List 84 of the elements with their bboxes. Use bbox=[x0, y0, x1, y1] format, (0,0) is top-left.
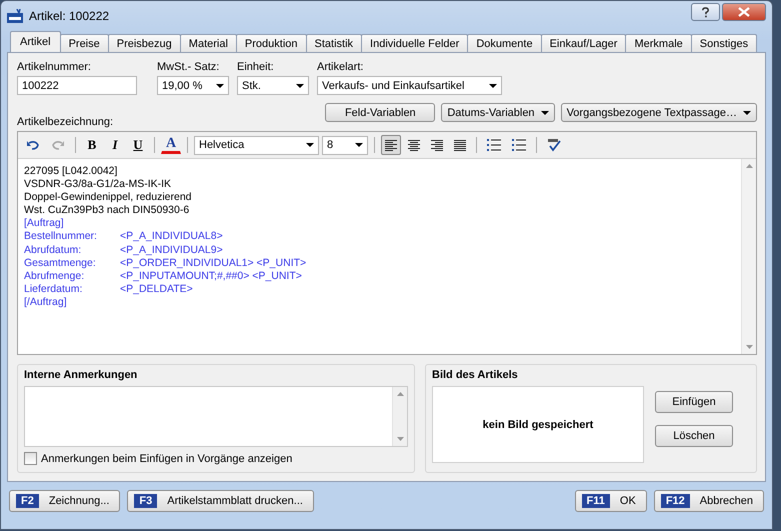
function-key-button[interactable]: F3 Artikelstammblatt drucken... bbox=[127, 490, 314, 512]
tab[interactable]: Material bbox=[180, 34, 237, 52]
italic-button[interactable]: I bbox=[105, 135, 125, 155]
redo-icon bbox=[51, 139, 65, 151]
tab[interactable]: Individuelle Felder bbox=[361, 34, 468, 52]
scrollbar[interactable] bbox=[741, 159, 756, 354]
bullet-list-icon bbox=[487, 139, 501, 151]
text-line: 227095 [L042.0042] bbox=[24, 165, 118, 178]
align-left-button[interactable] bbox=[381, 135, 401, 155]
variable-label: Abrufdatum: bbox=[24, 244, 82, 257]
text-line: Wst. CuZn39Pb3 nach DIN50930-6 bbox=[24, 204, 190, 218]
font-dropdown[interactable]: Helvetica bbox=[194, 136, 319, 154]
scroll-down-icon bbox=[746, 345, 752, 349]
text-line: Doppel-Gewindenippel, reduzierend bbox=[24, 191, 193, 204]
bold-button[interactable]: B bbox=[82, 135, 102, 155]
checkbox-label: Anmerkungen beim Einfügen in Vorgänge anzeigen bbox=[41, 452, 292, 464]
function-key-button[interactable]: F11 OK bbox=[574, 490, 647, 512]
font-color-button[interactable]: A bbox=[161, 136, 181, 154]
function-key-button[interactable]: F2 Zeichnung... bbox=[9, 490, 120, 512]
tab[interactable]: Dokumente bbox=[467, 34, 542, 52]
align-left-icon bbox=[385, 140, 397, 150]
variable-label: Bestellnummer: bbox=[24, 230, 98, 244]
help-button[interactable] bbox=[691, 3, 720, 21]
window-title: Artikel: 100222 bbox=[29, 9, 110, 23]
field-label: Artikelart: bbox=[317, 61, 364, 73]
image-button[interactable]: Löschen bbox=[655, 425, 733, 447]
tab[interactable]: Sonstiges bbox=[690, 34, 758, 52]
variables-button[interactable]: Datums-Variablen bbox=[441, 103, 555, 122]
text-line: VSDNR-G3/8a-G1/2a-MS-IK-IK bbox=[24, 178, 172, 192]
variable-label: Lieferdatum: bbox=[24, 282, 84, 296]
image-button[interactable]: Einfügen bbox=[655, 391, 733, 413]
tab[interactable]: Produktion bbox=[236, 34, 307, 52]
spellcheck-icon bbox=[547, 138, 561, 152]
field-label: MwSt.- Satz: bbox=[157, 61, 220, 73]
input-field[interactable]: 100222 bbox=[17, 76, 137, 95]
empty-image-text: kein Bild gespeichert bbox=[482, 418, 594, 430]
variable-placeholder: <P_A_INDIVIDUAL8> bbox=[120, 230, 223, 244]
scroll-up-icon bbox=[396, 392, 404, 396]
tab[interactable]: Statistik bbox=[306, 34, 362, 52]
caret-icon bbox=[296, 84, 304, 88]
caret-icon bbox=[306, 143, 314, 147]
variable-placeholder: <P_A_INDIVIDUAL9> bbox=[120, 244, 223, 257]
tab[interactable]: Einkauf/Lager bbox=[540, 34, 626, 52]
field-label: Artikelnummer: bbox=[17, 61, 92, 73]
notes-field[interactable] bbox=[24, 386, 408, 447]
dropdown[interactable]: Stk. bbox=[237, 76, 309, 95]
variable-placeholder: <P_ORDER_INDIVIDUAL1> <P_UNIT> bbox=[120, 256, 306, 270]
variables-button[interactable]: Feld-Variablen bbox=[325, 103, 436, 122]
group-title: Bild des Artikels bbox=[432, 369, 519, 381]
section-tag: [Auftrag] bbox=[24, 217, 735, 230]
scroll-up-icon bbox=[746, 164, 752, 168]
scroll-down-icon bbox=[396, 437, 404, 441]
caret-icon bbox=[489, 84, 497, 88]
dropdown[interactable]: 19,00 % bbox=[157, 76, 229, 95]
size-dropdown[interactable]: 8 bbox=[322, 136, 368, 154]
variable-label: Gesamtmenge: bbox=[24, 256, 97, 270]
underline-button[interactable]: U bbox=[128, 135, 148, 155]
field-label: Artikelbezeichnung: bbox=[17, 116, 114, 128]
checkbox[interactable] bbox=[24, 452, 37, 465]
tab[interactable]: Preise bbox=[60, 34, 109, 52]
caret-icon bbox=[355, 143, 363, 147]
caret-icon bbox=[540, 110, 549, 114]
field-label: Einheit: bbox=[237, 61, 275, 73]
variables-button[interactable]: Vorgangsbezogene Textpassage… bbox=[560, 103, 757, 122]
undo-icon bbox=[26, 139, 40, 151]
question-icon bbox=[701, 6, 710, 18]
function-key-button[interactable]: F12 Abbrechen bbox=[654, 490, 764, 512]
caret-icon bbox=[743, 110, 751, 114]
close-icon bbox=[738, 7, 750, 17]
variable-placeholder: <P_INPUTAMOUNT;#,##0> <P_UNIT> bbox=[120, 270, 302, 283]
close-button[interactable] bbox=[722, 3, 766, 21]
caret-icon bbox=[216, 84, 224, 88]
section-tag: [/Auftrag] bbox=[24, 296, 735, 310]
tab[interactable]: Artikel bbox=[10, 31, 61, 52]
align-justify-icon bbox=[454, 140, 466, 150]
align-right-icon bbox=[431, 140, 443, 150]
dropdown[interactable]: Verkaufs- und Einkaufsartikel bbox=[317, 76, 502, 95]
variable-placeholder: <P_DELDATE> bbox=[120, 282, 193, 296]
align-center-icon bbox=[408, 140, 420, 150]
app-icon bbox=[7, 9, 23, 23]
tab[interactable]: Preisbezug bbox=[108, 34, 181, 52]
tab[interactable]: Merkmale bbox=[625, 34, 692, 52]
variable-label: Abrufmenge: bbox=[24, 270, 86, 283]
group-title: Interne Anmerkungen bbox=[24, 369, 138, 381]
